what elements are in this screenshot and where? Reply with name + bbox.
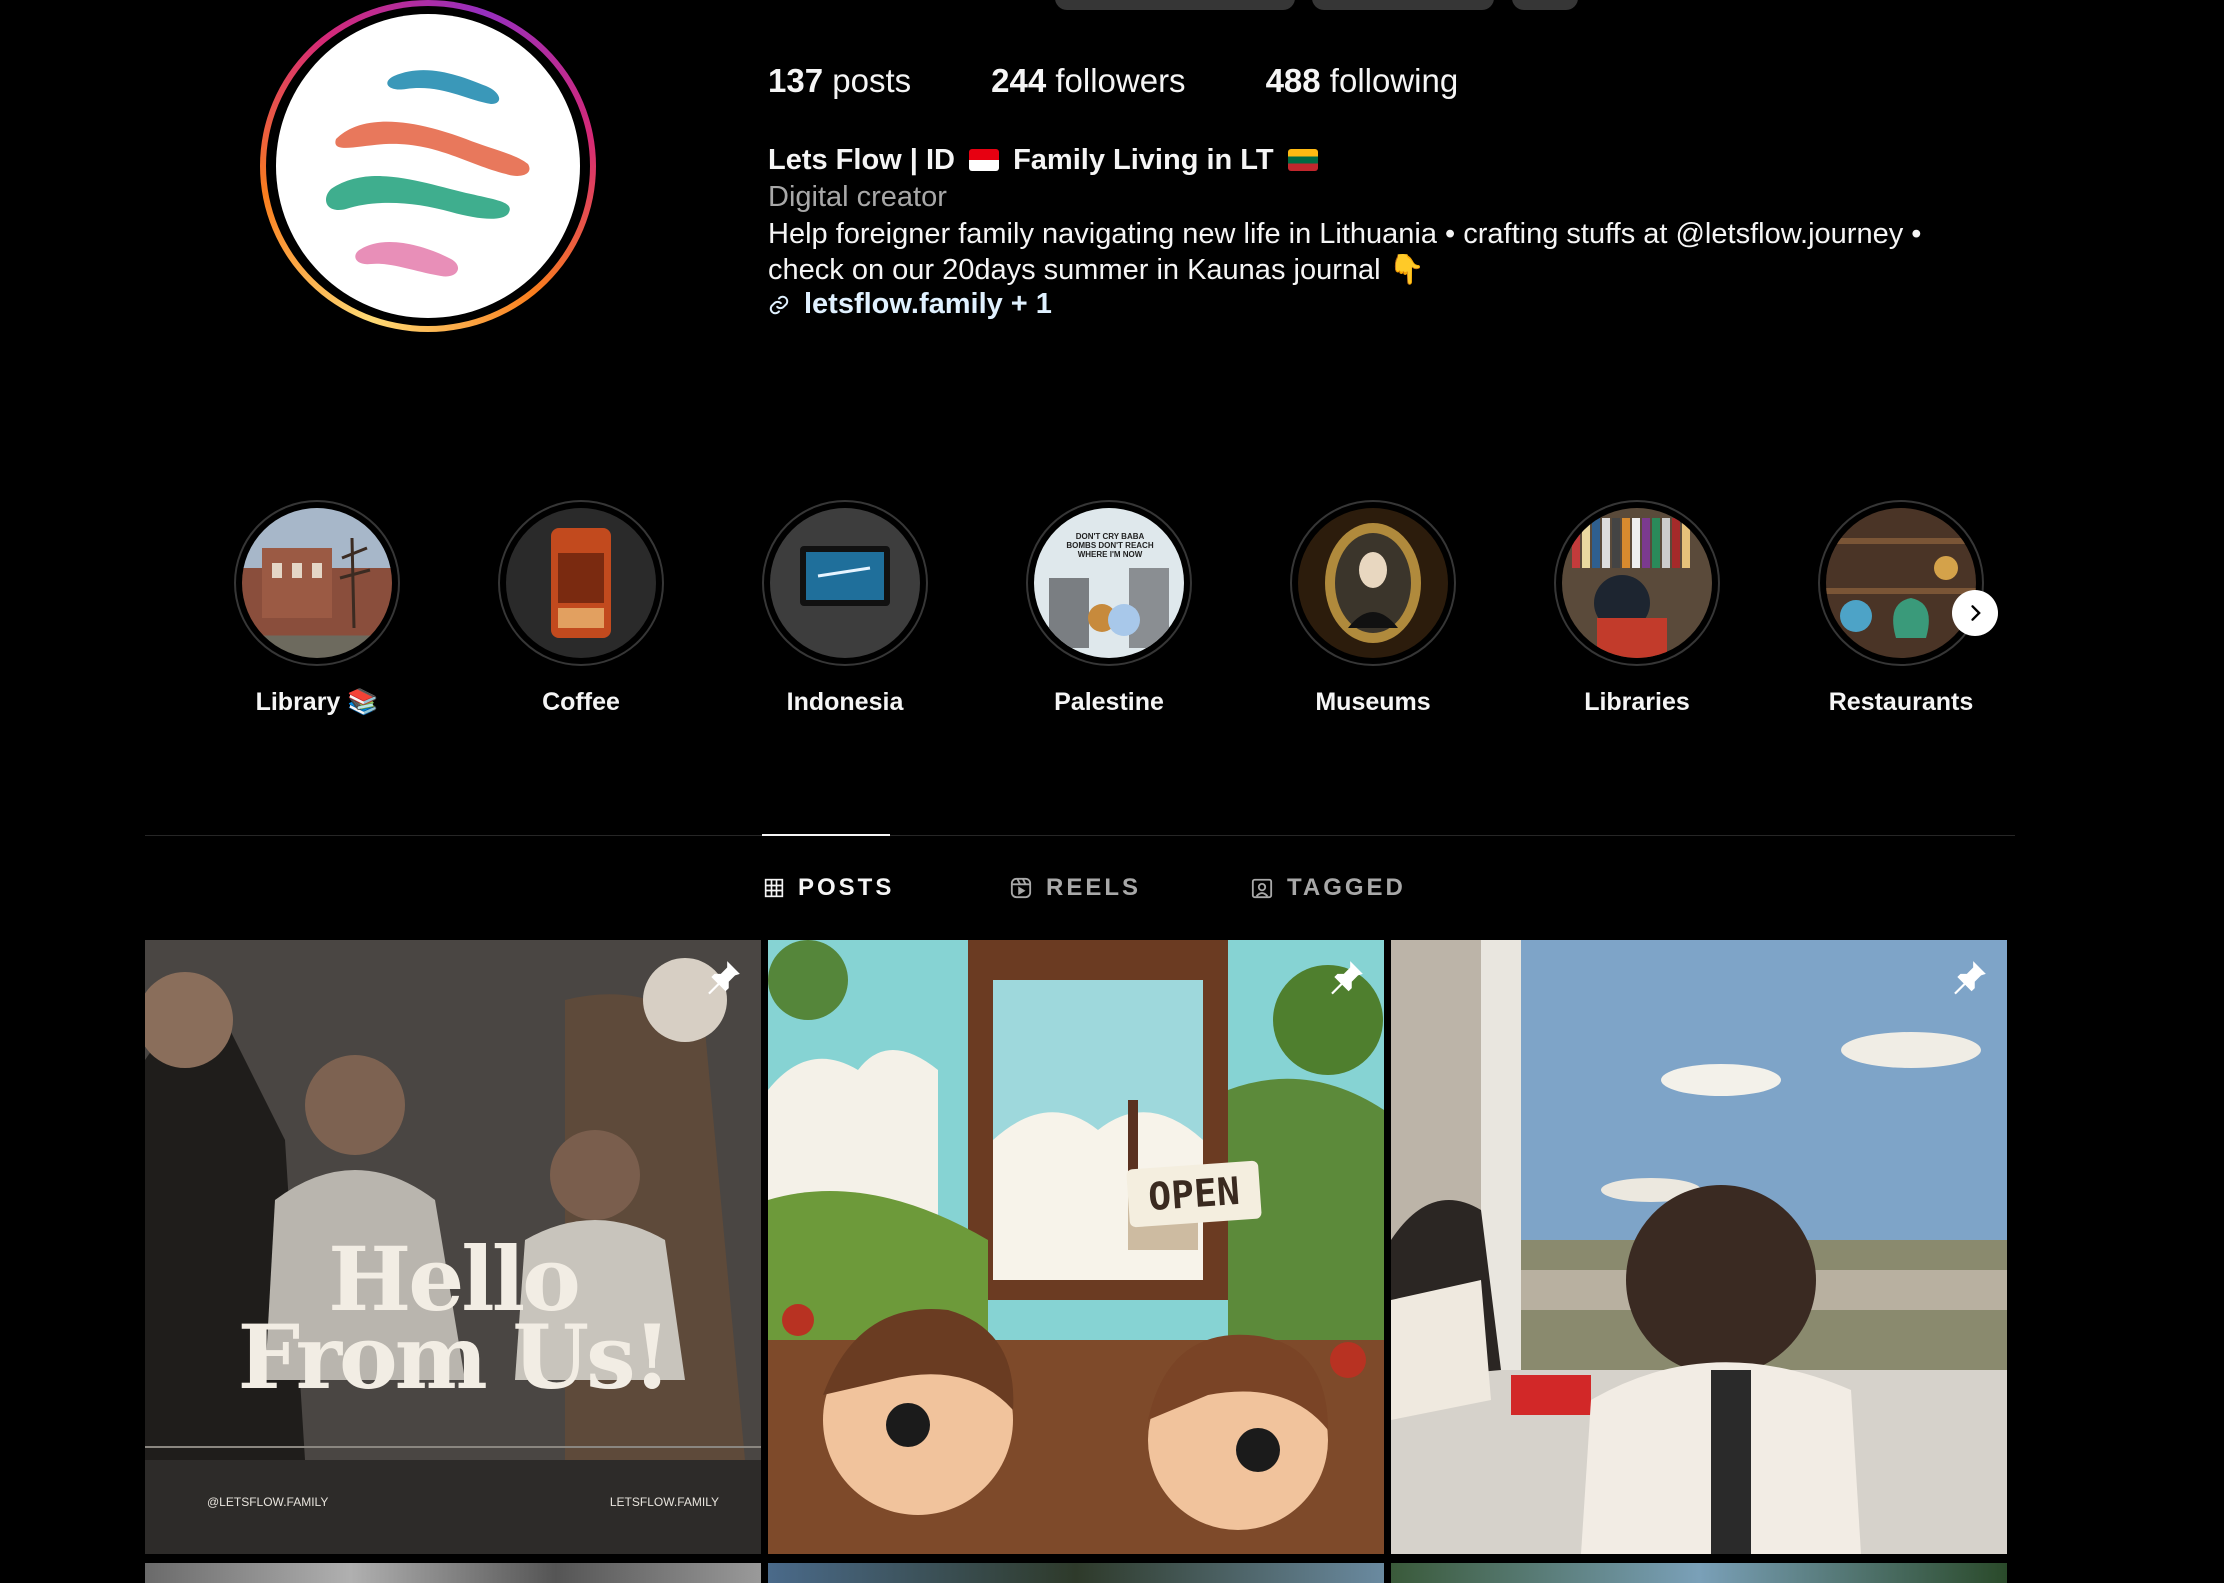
highlight-coffee[interactable]: Coffee — [496, 500, 666, 717]
indonesia-flag-icon — [969, 149, 1000, 171]
view-archive-button[interactable] — [1312, 0, 1494, 10]
profile-avatar[interactable] — [260, 0, 596, 332]
highlight-museums[interactable]: Museums — [1288, 500, 1458, 717]
highlight-label: Indonesia — [786, 688, 904, 716]
grid-icon — [764, 878, 784, 898]
post-tile-hello-from-us[interactable]: Hello From Us! @LETSFLOW.FAMILY LETSFLOW… — [145, 940, 761, 1554]
profile-category: Digital creator — [768, 181, 947, 213]
highlight-label: Library 📚 — [255, 688, 379, 716]
followers-link[interactable]: 244 followers — [991, 62, 1185, 100]
post-image-train-window — [1391, 940, 2007, 1554]
open-sign: OPEN — [1126, 1160, 1262, 1228]
pin-icon — [1331, 961, 1363, 995]
lithuania-flag-icon — [1287, 149, 1318, 171]
profile-display-name: Lets Flow | ID Family Living in LT — [768, 144, 1324, 177]
highlight-label: Restaurants — [1828, 688, 1974, 716]
post-tile-train-window[interactable] — [1391, 940, 2007, 1554]
highlights-next-button[interactable] — [1952, 590, 1998, 636]
link-icon — [769, 295, 789, 314]
post-tile-coffee-shop-illustration[interactable]: OPEN — [768, 940, 1384, 1554]
tabs-divider — [145, 835, 2015, 836]
active-tab-indicator — [762, 834, 890, 836]
profile-bio: Help foreigner family navigating new lif… — [768, 218, 1922, 286]
post-image-illustration — [768, 940, 1384, 1554]
settings-button[interactable] — [1512, 0, 1578, 10]
pointing-down-emoji: 👇 — [1388, 254, 1425, 286]
pin-icon — [708, 961, 740, 995]
post-title: Hello From Us! — [237, 1227, 672, 1409]
chevron-right-icon — [1971, 605, 1981, 621]
profile-link[interactable]: letsflow.family + 1 — [768, 288, 1052, 321]
pin-icon — [1954, 961, 1986, 995]
following-link[interactable]: 488 following — [1266, 62, 1459, 100]
tab-posts[interactable]: POSTS — [764, 874, 894, 902]
highlight-label: Palestine — [1054, 688, 1164, 716]
highlight-indonesia[interactable]: Indonesia — [760, 500, 930, 717]
post-footer-left: @LETSFLOW.FAMILY — [207, 1495, 329, 1509]
reels-icon — [1010, 877, 1032, 899]
highlight-label: Museums — [1315, 688, 1431, 716]
post-tile[interactable] — [145, 1563, 761, 1583]
post-tile[interactable] — [768, 1563, 1384, 1583]
highlight-comic-text: DON'T CRY BABA BOMBS DON'T REACH WHERE I… — [1066, 532, 1154, 559]
profile-stats: 137 posts 244 followers 488 following — [768, 62, 1538, 100]
highlight-label: Libraries — [1584, 688, 1690, 716]
tagged-icon — [1251, 878, 1273, 899]
tab-reels[interactable]: REELS — [1010, 874, 1141, 902]
post-tile[interactable] — [1391, 1563, 2007, 1583]
post-footer-right: LETSFLOW.FAMILY — [609, 1495, 719, 1509]
highlight-label: Coffee — [542, 688, 620, 716]
highlight-libraries[interactable]: Libraries — [1552, 500, 1722, 717]
posts-count: 137 posts — [768, 62, 912, 99]
tab-tagged[interactable]: TAGGED — [1251, 874, 1406, 902]
edit-profile-button[interactable] — [1055, 0, 1295, 10]
letsflow-logo — [326, 70, 530, 277]
highlight-palestine[interactable]: DON'T CRY BABA BOMBS DON'T REACH WHERE I… — [1024, 500, 1194, 717]
highlight-library[interactable]: Library 📚 — [232, 500, 402, 717]
